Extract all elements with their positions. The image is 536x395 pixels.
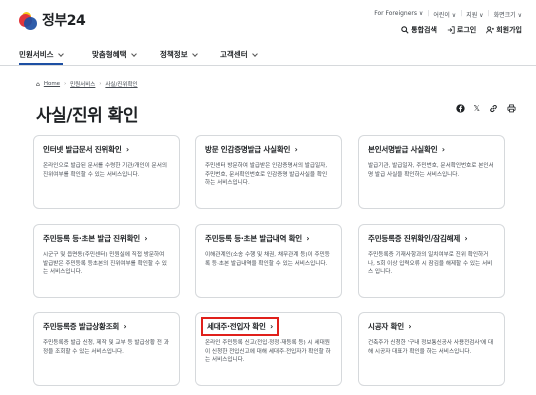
print-icon[interactable]: [507, 104, 516, 113]
card-title-text: 주민등록 등·초본 발급내역 확인: [205, 234, 302, 243]
chevron-right-icon: ›: [462, 234, 468, 243]
chevron-right-icon: ›: [99, 81, 102, 87]
card-title: 주민등록 등·초본 발급내역 확인 ›: [205, 233, 332, 244]
card-description: 건축주가 신청한 '구내 정보통신공사 사용전검사'에 대해 시공자 대표가 확…: [368, 340, 494, 355]
card-description: 주민센터 방문하여 발급받은 인감증명서의 발급일자, 주민번호, 문서확인번호…: [205, 163, 328, 187]
chevron-right-icon: ›: [405, 322, 412, 331]
card-description: 온라인 주민등록 신고(전입·정정·재등록 등) 시 세대원이 신청한 전입신고…: [205, 340, 331, 364]
chevron-right-icon: ›: [64, 81, 67, 87]
chevron-down-icon: [191, 50, 198, 57]
card-title-text: 주민등록 등·초본 발급 진위확인: [43, 234, 140, 243]
breadcrumb-home[interactable]: Home: [44, 81, 60, 87]
signup-label: 회원가입: [496, 26, 522, 34]
nav-item-civil-services[interactable]: 민원서비스: [19, 49, 64, 65]
logo-icon: [19, 11, 38, 30]
breadcrumb-current[interactable]: 사실/진위확인: [105, 80, 137, 88]
utility-link-kids[interactable]: 어린이 ∨: [433, 10, 456, 19]
card-id-card-verify-unlock[interactable]: 주민등록증 진위확인/잠김해제 › 주민등록증 기재사항과의 일치여부로 진위 …: [358, 224, 505, 298]
card-contractor-confirm[interactable]: 시공자 확인 › 건축주가 신청한 '구내 정보통신공사 사용전검사'에 대해 …: [358, 312, 505, 386]
card-title: 주민등록증 발급상황조회 ›: [43, 321, 170, 332]
nav-item-customer-center[interactable]: 고객센터: [220, 49, 258, 60]
breadcrumb: ⌂ Home › 민원서비스 › 사실/진위확인: [36, 80, 138, 89]
search-button[interactable]: 통합검색: [401, 25, 437, 35]
chevron-down-icon: [251, 50, 258, 57]
card-householder-mover-confirm[interactable]: 세대주·전입자 확인 › 온라인 주민등록 신고(전입·정정·재등록 등) 시 …: [195, 312, 342, 386]
search-label: 통합검색: [411, 26, 437, 34]
card-title: 세대주·전입자 확인 ›: [201, 317, 332, 336]
link-icon[interactable]: [489, 104, 498, 113]
divider: |: [427, 10, 430, 17]
utility-link-foreigners[interactable]: For Foreigners ∨: [374, 10, 423, 19]
card-title: 본인서명발급 사실확인 ›: [368, 144, 495, 155]
card-description: 주민등록증 발급 신청, 제작 및 교부 등 발급상황 전 과정을 조회할 수 …: [43, 340, 169, 355]
x-icon[interactable]: 𝕏: [474, 104, 480, 113]
card-description: 이해관계인(소송 수행 및 채권, 채무관계 등)이 주민등록 등·초본 발급내…: [205, 252, 330, 267]
header-actions: 통합검색 로그인 회원가입: [401, 25, 522, 35]
chevron-right-icon: ›: [121, 322, 127, 331]
nav-label: 고객센터: [220, 50, 248, 59]
signup-icon: [486, 26, 495, 34]
main-nav: 민원서비스 맞춤형혜택 정책정보 고객센터: [0, 44, 536, 66]
nav-item-custom-benefits[interactable]: 맞춤형혜택: [92, 49, 137, 60]
card-title: 시공자 확인 ›: [368, 321, 495, 332]
card-seal-cert-verify[interactable]: 방문 인감증명발급 사실확인 › 주민센터 방문하여 발급받은 인감증명서의 발…: [195, 135, 342, 209]
card-description: 시군구 및 읍면동(주민센터) 민원실에 직접 방문하여 발급받은 주민등록 등…: [43, 252, 167, 276]
card-title-text: 주민등록증 발급상황조회: [43, 322, 120, 331]
card-resident-copy-verify[interactable]: 주민등록 등·초본 발급 진위확인 › 시군구 및 읍면동(주민센터) 민원실에…: [33, 224, 180, 298]
chevron-down-icon: [130, 50, 137, 57]
divider: |: [487, 10, 490, 17]
search-icon: [401, 26, 409, 34]
nav-label: 민원서비스: [19, 50, 54, 59]
chevron-down-icon: [57, 50, 64, 57]
card-title-text: 인터넷 발급문서 진위확인: [43, 145, 122, 154]
card-description: 주민등록증 기재사항과의 일치여부로 진위 확인하거나, 5회 이상 입력오류 …: [368, 252, 493, 276]
card-description: 온라인으로 발급된 문서를 수령한 기관/개인이 문서의 진위여부를 확인할 수…: [43, 163, 167, 178]
nav-label: 맞춤형혜택: [92, 50, 127, 59]
chevron-right-icon: ›: [303, 234, 310, 243]
page-title: 사실/진위 확인: [36, 106, 138, 126]
chevron-right-icon: ›: [123, 145, 129, 154]
home-icon: ⌂: [36, 80, 40, 88]
share-tools: 𝕏: [455, 104, 516, 113]
chevron-right-icon: ›: [141, 234, 148, 243]
card-title-text: 본인서명발급 사실확인: [368, 145, 438, 154]
card-signature-verify[interactable]: 본인서명발급 사실확인 › 발급기관, 발급일자, 주민번호, 문서확인번호로 …: [358, 135, 505, 209]
divider: |: [460, 10, 463, 17]
card-title-text: 방문 인감증명발급 사실확인: [205, 145, 291, 154]
logo-text: 정부24: [42, 13, 86, 29]
login-label: 로그인: [456, 26, 477, 34]
card-title: 주민등록증 진위확인/잠김해제 ›: [368, 233, 495, 244]
breadcrumb-civil-services[interactable]: 민원서비스: [70, 80, 95, 88]
card-title-text: 주민등록증 진위확인/잠김해제: [368, 234, 461, 243]
login-icon: [447, 26, 455, 34]
card-title-text: 시공자 확인: [368, 322, 404, 331]
card-internet-doc-verify[interactable]: 인터넷 발급문서 진위확인 › 온라인으로 발급된 문서를 수령한 기관/개인이…: [33, 135, 180, 209]
chevron-right-icon: ›: [267, 322, 273, 331]
signup-button[interactable]: 회원가입: [486, 25, 522, 35]
highlight-box: 세대주·전입자 확인 ›: [201, 317, 279, 336]
site-logo[interactable]: 정부24: [19, 10, 86, 30]
nav-label: 정책정보: [160, 50, 188, 59]
utility-links: For Foreigners ∨ | 어린이 ∨ | 지원 ∨ | 화면크기 ∨: [374, 10, 522, 19]
chevron-right-icon: ›: [292, 145, 298, 154]
card-title: 주민등록 등·초본 발급 진위확인 ›: [43, 233, 170, 244]
facebook-icon[interactable]: [455, 104, 465, 113]
utility-link-support[interactable]: 지원 ∨: [466, 10, 483, 19]
top-header: 정부24 For Foreigners ∨ | 어린이 ∨ | 지원 ∨ | 화…: [0, 0, 536, 44]
card-description: 발급기관, 발급일자, 주민번호, 문서확인번호로 본인서명 발급 사실을 확인…: [368, 163, 494, 178]
card-title: 인터넷 발급문서 진위확인 ›: [43, 144, 170, 155]
chevron-right-icon: ›: [439, 145, 445, 154]
card-id-card-issue-status[interactable]: 주민등록증 발급상황조회 › 주민등록증 발급 신청, 제작 및 교부 등 발급…: [33, 312, 180, 386]
utility-link-screen-size[interactable]: 화면크기 ∨: [494, 10, 522, 19]
login-button[interactable]: 로그인: [447, 25, 476, 35]
card-resident-copy-history[interactable]: 주민등록 등·초본 발급내역 확인 › 이해관계인(소송 수행 및 채권, 채무…: [195, 224, 342, 298]
nav-item-policy-info[interactable]: 정책정보: [160, 49, 198, 60]
card-title: 방문 인감증명발급 사실확인 ›: [205, 144, 332, 155]
card-title-text: 세대주·전입자 확인: [207, 322, 266, 331]
